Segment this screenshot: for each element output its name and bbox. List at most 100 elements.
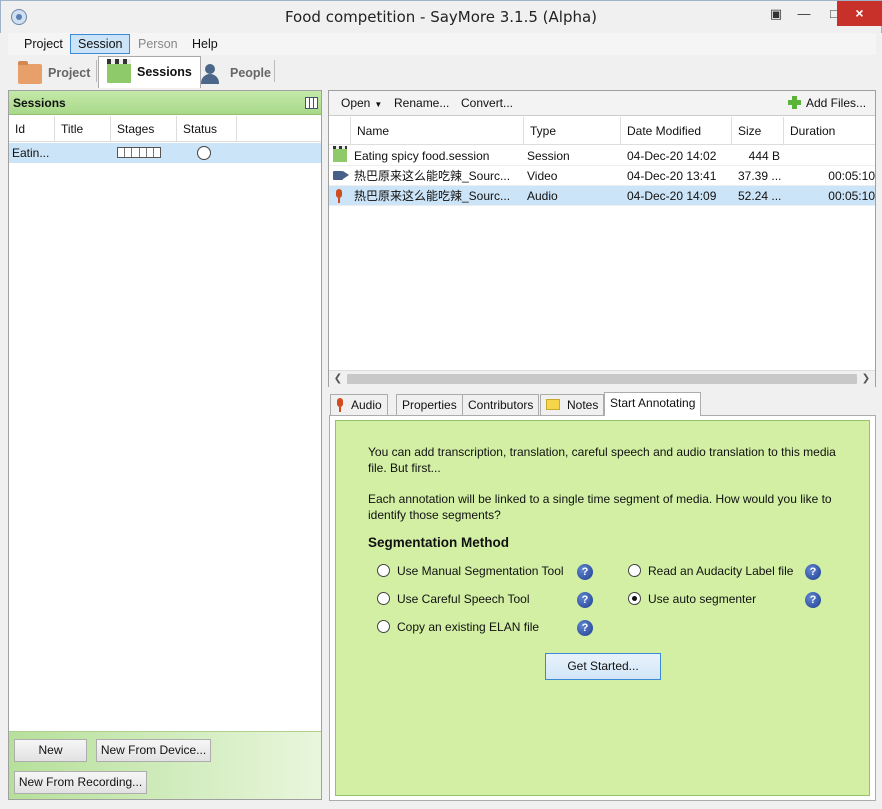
tab-sessions[interactable]: Sessions xyxy=(98,56,201,88)
clapper-icon xyxy=(107,59,131,83)
file-type-cell: Video xyxy=(527,169,558,183)
close-button[interactable]: × xyxy=(837,1,882,26)
radio-button[interactable] xyxy=(377,592,390,605)
tab-separator xyxy=(274,60,275,82)
scroll-left-icon[interactable]: ❮ xyxy=(331,372,345,386)
file-row-session[interactable]: Eating spicy food.session Session 04-Dec… xyxy=(329,146,875,166)
file-date-cell: 04-Dec-20 14:02 xyxy=(627,149,717,163)
title-bar: Food competition - SayMore 3.1.5 (Alpha)… xyxy=(0,0,882,33)
file-duration-cell: 00:05:10 xyxy=(828,169,875,183)
file-name-cell: 热巴原来这么能吃辣_Sourc... xyxy=(354,189,511,203)
file-row-video[interactable]: 热巴原来这么能吃辣_Sourc... Video 04-Dec-20 13:41… xyxy=(329,166,875,186)
radio-button[interactable] xyxy=(377,620,390,633)
restore-icon[interactable]: ▣ xyxy=(761,1,791,26)
microphone-icon xyxy=(336,398,344,412)
menu-help[interactable]: Help xyxy=(184,34,226,54)
files-grid-header: Name Type Date Modified Size Duration xyxy=(329,117,875,145)
tab-notes[interactable]: Notes xyxy=(540,394,605,415)
tab-people[interactable]: People xyxy=(192,58,279,88)
dropdown-arrow-icon: ▼ xyxy=(374,100,383,109)
question-line: Each annotation will be linked to a sing… xyxy=(368,492,832,506)
minimize-button[interactable]: — xyxy=(789,1,819,26)
sessions-button-area: New New From Device... New From Recordin… xyxy=(9,731,321,799)
get-started-button[interactable]: Get Started... xyxy=(545,653,661,680)
column-header-type[interactable]: Type xyxy=(524,117,621,145)
file-type-cell: Session xyxy=(527,149,570,163)
column-header-size[interactable]: Size xyxy=(732,117,784,145)
files-toolbar: Open ▼ Rename... Convert... Add Files... xyxy=(329,91,875,116)
radio-button-checked[interactable] xyxy=(628,592,641,605)
option-label: Use Manual Segmentation Tool xyxy=(397,564,564,578)
file-size-cell: 444 B xyxy=(748,149,780,163)
menu-project[interactable]: Project xyxy=(16,34,71,54)
help-icon[interactable]: ? xyxy=(805,564,821,580)
file-date-cell: 04-Dec-20 14:09 xyxy=(627,189,717,203)
file-name-cell: 热巴原来这么能吃辣_Sourc... xyxy=(354,169,511,183)
detail-tab-strip: Audio Properties Contributors Notes Star… xyxy=(330,392,876,416)
sessions-panel-header: Sessions xyxy=(9,91,321,115)
horizontal-scrollbar[interactable]: ❮ ❯ xyxy=(329,370,875,387)
tab-contributors[interactable]: Contributors xyxy=(462,394,540,415)
person-icon xyxy=(200,64,224,84)
sessions-panel-title: Sessions xyxy=(13,96,66,110)
new-from-device-button[interactable]: New From Device... xyxy=(96,739,211,762)
tab-notes-label: Notes xyxy=(567,398,599,412)
column-header-duration[interactable]: Duration xyxy=(784,117,875,145)
open-label: Open xyxy=(341,96,371,110)
start-annotating-tab-body: You can add transcription, translation, … xyxy=(329,415,876,801)
intro-text: You can add transcription, translation, … xyxy=(368,444,848,476)
intro-line: file. But first... xyxy=(368,461,441,475)
audio-file-icon xyxy=(336,189,344,203)
open-menu-button[interactable]: Open ▼ xyxy=(341,96,382,110)
help-icon[interactable]: ? xyxy=(577,620,593,636)
column-header-title[interactable]: Title xyxy=(55,116,111,142)
rename-button[interactable]: Rename... xyxy=(394,96,449,110)
column-header-stages[interactable]: Stages xyxy=(111,116,177,142)
option-label: Read an Audacity Label file xyxy=(648,564,794,578)
new-from-recording-button[interactable]: New From Recording... xyxy=(14,771,147,794)
convert-button[interactable]: Convert... xyxy=(461,96,513,110)
column-header-date-modified[interactable]: Date Modified xyxy=(621,117,732,145)
file-type-cell: Audio xyxy=(527,189,558,203)
file-row-audio[interactable]: 热巴原来这么能吃辣_Sourc... Audio 04-Dec-20 14:09… xyxy=(329,186,875,206)
add-files-button[interactable]: Add Files... xyxy=(788,96,866,110)
file-size-cell: 52.24 ... xyxy=(738,189,782,203)
tab-audio[interactable]: Audio xyxy=(330,394,388,415)
tab-properties[interactable]: Properties xyxy=(396,394,463,415)
column-header-name[interactable]: Name xyxy=(351,117,524,145)
session-row[interactable]: Eatin... xyxy=(9,143,321,163)
main-tab-strip: Project Sessions People xyxy=(8,56,876,88)
files-panel: Open ▼ Rename... Convert... Add Files... … xyxy=(328,90,876,387)
menu-session[interactable]: Session xyxy=(70,34,131,54)
file-date-cell: 04-Dec-20 13:41 xyxy=(627,169,717,183)
radio-button[interactable] xyxy=(628,564,641,577)
column-header-icon xyxy=(329,117,351,145)
add-files-label: Add Files... xyxy=(806,96,867,110)
tab-separator xyxy=(96,60,97,82)
add-icon xyxy=(788,96,801,109)
intro-line: You can add transcription, translation, … xyxy=(368,445,836,459)
scrollbar-thumb[interactable] xyxy=(347,374,857,384)
sessions-panel: Sessions Id Title Stages Status Eatin...… xyxy=(8,90,322,800)
help-icon[interactable]: ? xyxy=(577,564,593,580)
column-header-status[interactable]: Status xyxy=(177,116,237,142)
tab-start-annotating[interactable]: Start Annotating xyxy=(604,392,702,416)
start-annotating-panel: You can add transcription, translation, … xyxy=(335,420,870,796)
new-session-button[interactable]: New xyxy=(14,739,87,762)
tab-project[interactable]: Project xyxy=(10,58,98,88)
tab-sessions-label: Sessions xyxy=(137,65,192,79)
help-icon[interactable]: ? xyxy=(805,592,821,608)
note-icon xyxy=(546,399,560,410)
column-chooser-icon[interactable] xyxy=(305,97,318,109)
help-icon[interactable]: ? xyxy=(577,592,593,608)
radio-button[interactable] xyxy=(377,564,390,577)
column-header-id[interactable]: Id xyxy=(9,116,55,142)
question-line: identify those segments? xyxy=(368,508,501,522)
session-id-cell: Eatin... xyxy=(12,146,50,160)
file-name-cell: Eating spicy food.session xyxy=(354,149,490,163)
sessions-grid-header: Id Title Stages Status xyxy=(9,116,321,142)
menu-person[interactable]: Person xyxy=(130,34,186,54)
file-size-cell: 37.39 ... xyxy=(738,169,782,183)
file-duration-cell xyxy=(784,146,875,166)
scroll-right-icon[interactable]: ❯ xyxy=(859,372,873,386)
